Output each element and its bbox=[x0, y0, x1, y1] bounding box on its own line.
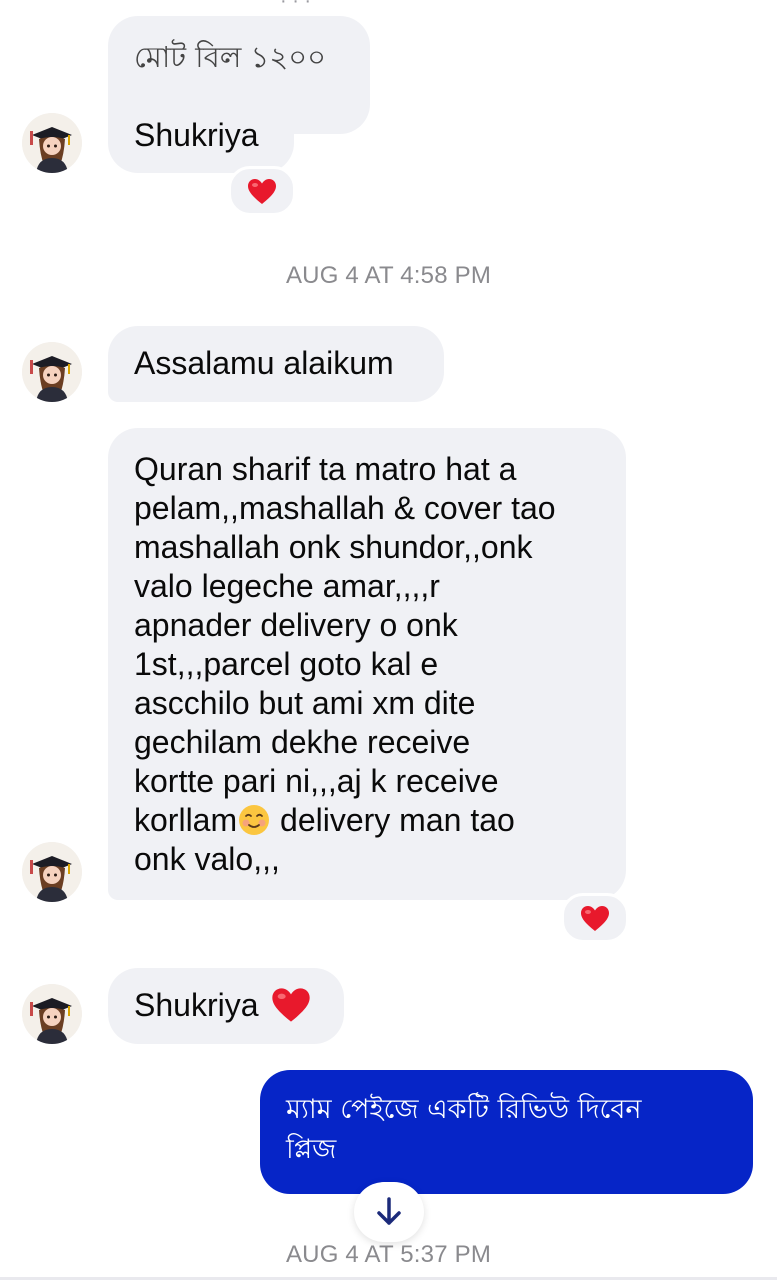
message-line: kortte pari ni,,,aj k receive bbox=[134, 763, 499, 799]
message-text: delivery man tao bbox=[271, 802, 515, 838]
message-line: apnader delivery o onk bbox=[134, 607, 458, 643]
smiling-face-icon bbox=[239, 805, 270, 835]
message-line: ম্যাম পেইজে একটি রিভিউ দিবেন bbox=[286, 1094, 642, 1125]
message-line: valo legeche amar,,,,r bbox=[134, 568, 440, 604]
reaction-heart[interactable] bbox=[228, 166, 296, 216]
message-text: Shukriya bbox=[134, 987, 259, 1023]
message-line: mashallah onk shundor,,onk bbox=[134, 529, 533, 565]
message-line: প্লিজ bbox=[286, 1134, 337, 1165]
message-line: 1st,,,parcel goto kal e bbox=[134, 646, 439, 682]
message-line: Quran sharif ta matro hat a bbox=[134, 451, 517, 487]
message-text: korllam bbox=[134, 802, 238, 838]
heart-icon bbox=[581, 905, 609, 931]
avatar-graduate-image bbox=[22, 842, 82, 902]
reaction-heart[interactable] bbox=[561, 893, 629, 943]
avatar-graduate-image bbox=[22, 342, 82, 402]
message-text: মোট বিল ১২০০ bbox=[134, 40, 326, 74]
avatar-graduate-image bbox=[22, 984, 82, 1044]
arrow-down-icon bbox=[377, 1197, 401, 1225]
message-bubble-long[interactable]: Quran sharif ta matro hat a pelam,,masha… bbox=[108, 428, 626, 900]
message-line: korllam delivery man tao bbox=[134, 801, 600, 840]
message-bubble-shukriya[interactable]: Shukriya bbox=[108, 98, 294, 173]
message-text: Shukriya bbox=[134, 117, 259, 153]
message-bubble-shukriya-heart[interactable]: Shukriya bbox=[108, 968, 344, 1044]
heart-icon bbox=[248, 178, 276, 204]
message-bubble-greeting[interactable]: Assalamu alaikum bbox=[108, 326, 444, 402]
heart-emoji-icon bbox=[272, 988, 311, 1022]
scroll-to-bottom-button[interactable] bbox=[354, 1182, 424, 1242]
message-line: pelam,,mashallah & cover tao bbox=[134, 490, 556, 526]
message-line: gechilam dekhe receive bbox=[134, 724, 471, 760]
clipped-previous-text: · · · bbox=[280, 0, 410, 4]
message-text: Assalamu alaikum bbox=[134, 345, 394, 381]
sender-avatar[interactable] bbox=[22, 842, 82, 902]
sender-avatar[interactable] bbox=[22, 113, 82, 173]
message-bubble-outgoing[interactable]: ম্যাম পেইজে একটি রিভিউ দিবেন প্লিজ bbox=[260, 1070, 753, 1194]
avatar-graduate-image bbox=[22, 113, 82, 173]
timestamp: AUG 4 AT 5:37 PM bbox=[285, 1241, 492, 1268]
message-line: ascchilo but ami xm dite bbox=[134, 685, 476, 721]
sender-avatar[interactable] bbox=[22, 342, 82, 402]
sender-avatar[interactable] bbox=[22, 984, 82, 1044]
message-line: onk valo,,, bbox=[134, 841, 280, 877]
timestamp: AUG 4 AT 4:58 PM bbox=[285, 262, 492, 289]
